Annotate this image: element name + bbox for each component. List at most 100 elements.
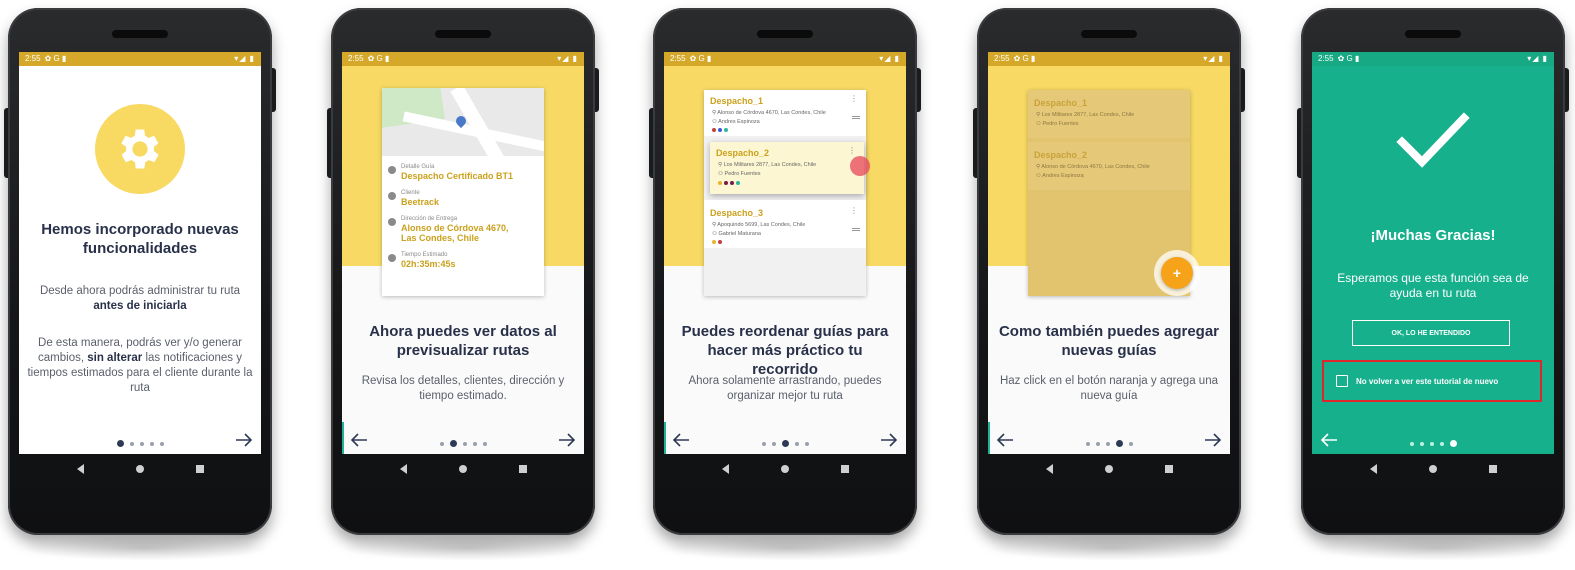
address-value-1: Alonso de Córdova 4670,: [401, 223, 509, 233]
page-indicator: [19, 440, 261, 447]
status-dots: [712, 240, 722, 244]
next-arrow-icon[interactable]: [880, 432, 898, 448]
screen-reorder: 2:55 ✿ G ▮ ▾◢ ▮ Despacho_1 ⚲ Alonso de C…: [664, 52, 906, 454]
list-item-person: ⚇ Pedro Fuentes: [718, 171, 761, 177]
drag-handle-icon[interactable]: [852, 116, 860, 119]
status-time: 2:55: [1318, 54, 1334, 63]
recents-icon[interactable]: [195, 465, 204, 473]
description: Revisa los detalles, clientes, dirección…: [361, 375, 565, 402]
power-button: [917, 68, 921, 112]
home-icon[interactable]: [135, 465, 144, 473]
address-value-2: Las Condes, Chile: [401, 233, 480, 243]
home-icon[interactable]: [780, 465, 789, 473]
status-dots: [718, 181, 740, 185]
speaker: [112, 30, 168, 38]
phone-4: 2:55 ✿ G ▮ ▾◢ ▮ Despacho_1 ⚲ Los Militar…: [973, 8, 1245, 535]
next-arrow-icon[interactable]: [235, 432, 253, 448]
phone-5: 2:55 ✿ G ▮ ▾◢ ▮ ¡Muchas Gracias! Esperam…: [1297, 8, 1569, 535]
page-dot: [462, 441, 467, 446]
page-indicator: [988, 440, 1230, 447]
list-item-address: ⚲ Los Militares 2877, Las Condes, Chile: [1036, 112, 1135, 118]
detail-value: Despacho Certificado BT1: [401, 171, 514, 181]
description: Haz click en el botón naranja y agrega u…: [999, 375, 1218, 402]
volume-button: [973, 108, 977, 178]
address-label: Dirección de Entrega: [401, 216, 458, 222]
list-item-title: Despacho_1: [1034, 98, 1088, 108]
page-title: ¡Muchas Gracias!: [1370, 227, 1496, 244]
back-icon[interactable]: [399, 464, 407, 474]
status-time: 2:55: [670, 54, 686, 63]
list-item-address: ⚲ Los Militares 2877, Las Condes, Chile: [718, 162, 817, 168]
page-dot: [439, 441, 444, 446]
dont-show-again-checkbox[interactable]: [1336, 375, 1348, 387]
page-dot: [1419, 441, 1424, 446]
signal-icons: ▾◢ ▮: [879, 54, 900, 63]
drag-handle-icon[interactable]: [852, 228, 860, 231]
back-icon[interactable]: [721, 464, 729, 474]
recents-icon[interactable]: [840, 465, 849, 473]
gear-icon: [95, 104, 185, 194]
list-item-person: ⚇ Pedro Fuentes: [1036, 121, 1079, 127]
more-icon[interactable]: ⋮: [850, 206, 858, 215]
page-dot: [1095, 441, 1100, 446]
list-item-dragging[interactable]: Despacho_2 ⚲ Los Militares 2877, Las Con…: [710, 142, 870, 194]
next-arrow-icon[interactable]: [1204, 432, 1222, 448]
ok-understood-button[interactable]: OK, LO HE ENTENDIDO: [1352, 320, 1510, 346]
list-item[interactable]: Despacho_1 ⚲ Los Militares 2877, Las Con…: [1028, 90, 1190, 138]
status-icons: ✿ G ▮: [689, 54, 712, 63]
android-nav-bar: [8, 454, 272, 484]
status-time: 2:55: [348, 54, 364, 63]
recents-icon[interactable]: [1164, 465, 1173, 473]
screen-add: 2:55 ✿ G ▮ ▾◢ ▮ Despacho_1 ⚲ Los Militar…: [988, 52, 1230, 454]
volume-button: [1297, 108, 1301, 178]
android-nav-bar: [653, 454, 917, 484]
client-label: Cliente: [401, 190, 420, 196]
page-dot: [482, 441, 487, 446]
back-icon[interactable]: [76, 464, 84, 474]
signal-icons: ▾◢ ▮: [1203, 54, 1224, 63]
list-item-title: Despacho_3: [710, 208, 764, 218]
document-icon: [388, 166, 396, 174]
status-time: 2:55: [25, 54, 41, 63]
home-icon[interactable]: [458, 465, 467, 473]
power-button: [272, 68, 276, 112]
touch-indicator: [850, 156, 870, 176]
page-dot: [1409, 441, 1414, 446]
list-item[interactable]: Despacho_1 ⚲ Alonso de Córdova 4670, Las…: [704, 90, 866, 136]
page-indicator: [664, 440, 906, 447]
list-item-address: ⚲ Apoquindo 5699, Las Condes, Chile: [712, 222, 806, 228]
route-list-card-dimmed: Despacho_1 ⚲ Los Militares 2877, Las Con…: [1028, 90, 1200, 296]
signal-icons: ▾◢ ▮: [234, 54, 255, 63]
list-item-person: ⚇ Gabriel Maturana: [712, 231, 761, 237]
home-icon[interactable]: [1104, 465, 1113, 473]
back-icon[interactable]: [1045, 464, 1053, 474]
map-preview: [382, 88, 544, 156]
phone-1: 2:55 ✿ G ▮ ▾◢ ▮ Hemos incorporado nuevas…: [4, 8, 276, 535]
volume-button: [649, 108, 653, 178]
next-arrow-icon[interactable]: [558, 432, 576, 448]
home-icon[interactable]: [1428, 465, 1437, 473]
recents-icon[interactable]: [518, 465, 527, 473]
android-nav-bar: [977, 454, 1241, 484]
list-item[interactable]: Despacho_2 ⚲ Alonso de Córdova 4670, Las…: [1028, 142, 1190, 190]
clock-icon: [388, 254, 396, 262]
status-icons: ✿ G ▮: [367, 54, 390, 63]
page-dot: [1105, 441, 1110, 446]
page-dot: [159, 441, 164, 446]
page-dot: [149, 441, 154, 446]
status-icons: ✿ G ▮: [1337, 54, 1360, 63]
more-icon[interactable]: ⋮: [848, 146, 856, 155]
more-icon[interactable]: ⋮: [850, 94, 858, 103]
list-item[interactable]: Despacho_3 ⚲ Apoquindo 5699, Las Condes,…: [704, 200, 866, 248]
add-guide-button[interactable]: +: [1161, 257, 1193, 289]
page-dot: [1429, 441, 1434, 446]
list-item-title: Despacho_2: [716, 148, 770, 158]
recents-icon[interactable]: [1488, 465, 1497, 473]
android-nav-bar: [1301, 454, 1565, 484]
status-bar: 2:55 ✿ G ▮ ▾◢ ▮: [1312, 52, 1554, 66]
page-dot: [1128, 441, 1133, 446]
back-icon[interactable]: [1369, 464, 1377, 474]
detail-label: Detalle Guía: [401, 164, 435, 170]
page-indicator: [342, 440, 584, 447]
phone-3: 2:55 ✿ G ▮ ▾◢ ▮ Despacho_1 ⚲ Alonso de C…: [649, 8, 921, 535]
